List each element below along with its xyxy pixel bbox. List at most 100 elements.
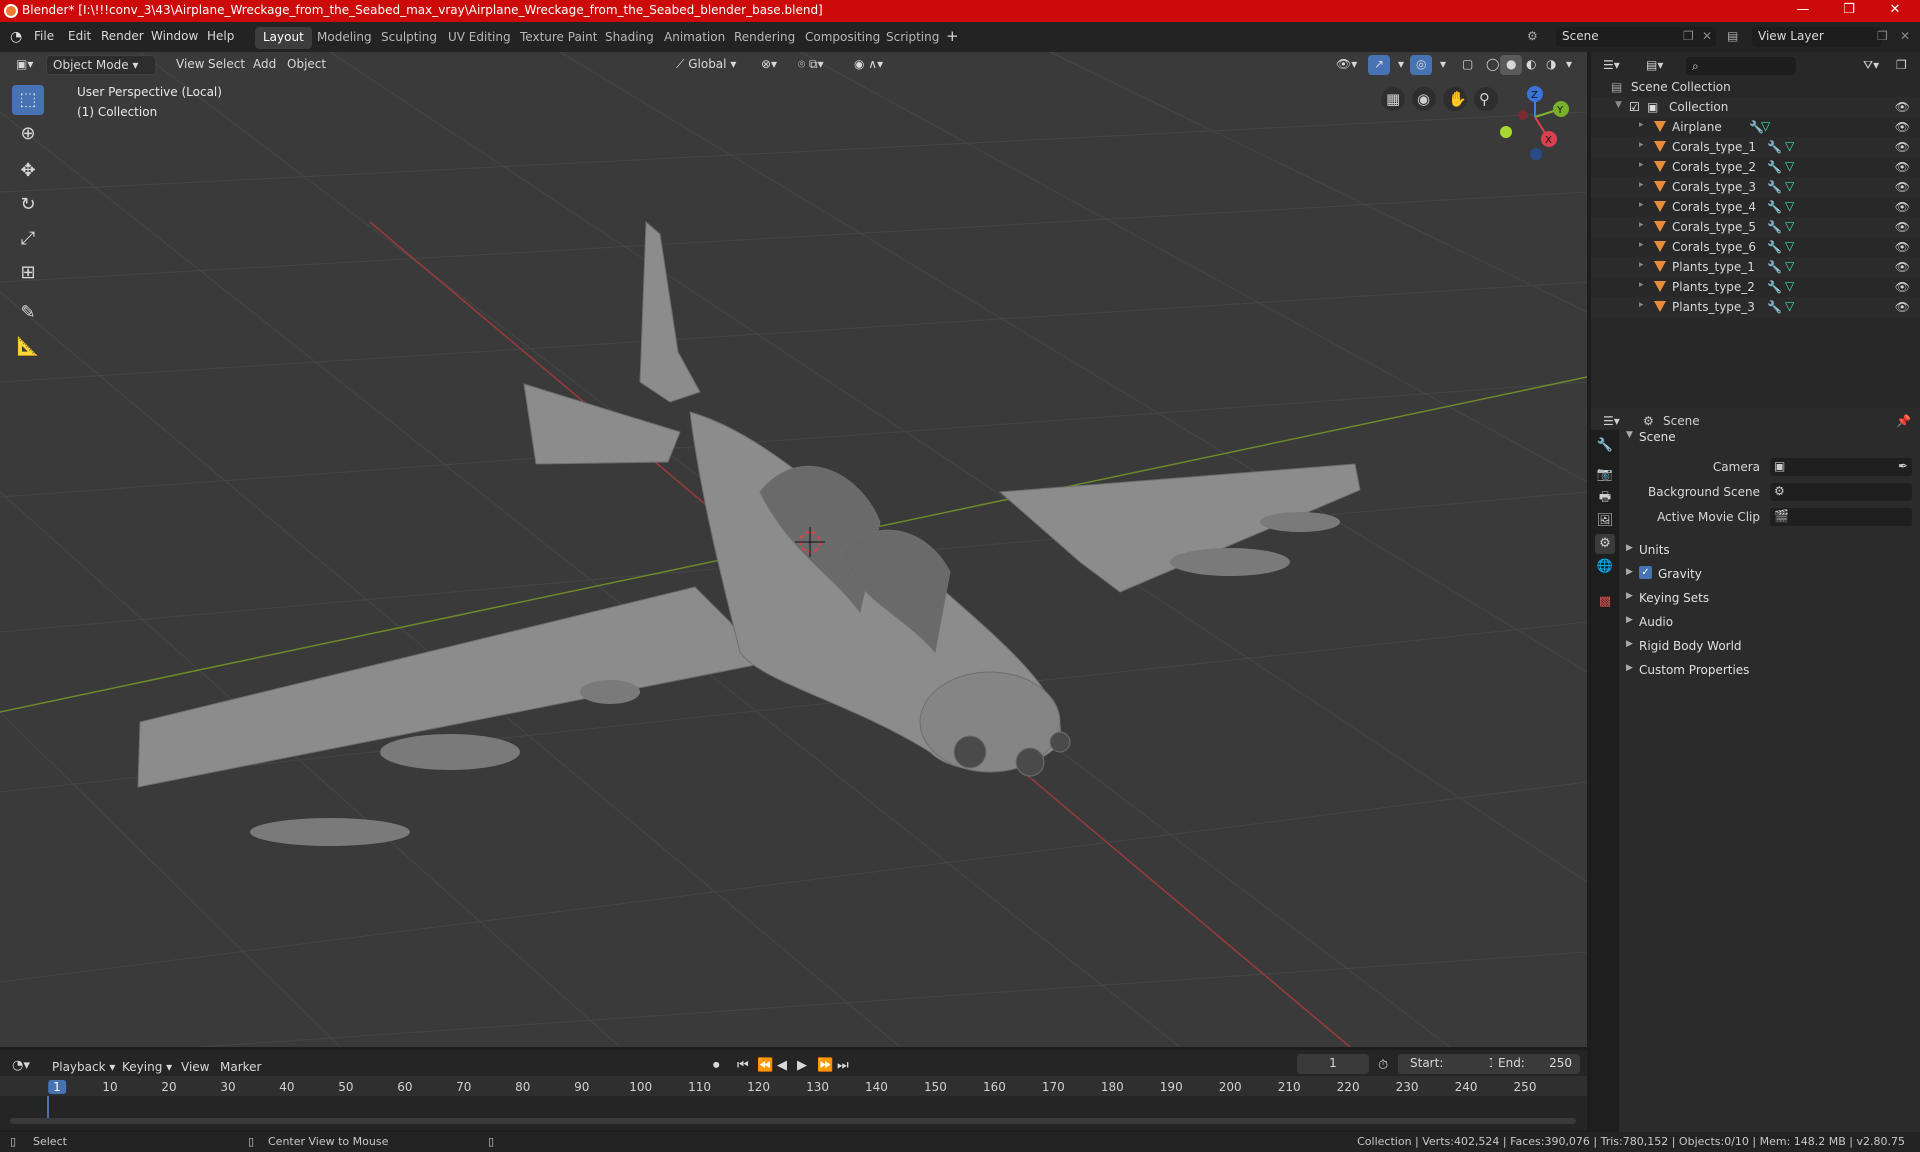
tab-modeling[interactable]: Modeling xyxy=(309,27,380,49)
modifier-wrench-icon[interactable]: 🔧 xyxy=(1767,280,1782,294)
render-tab-icon[interactable]: 📷 xyxy=(1595,465,1615,485)
outliner-row-object[interactable]: ▸ Corals_type_2 🔧 ▽ 👁 xyxy=(1591,157,1920,177)
add-menu[interactable]: Add xyxy=(247,55,282,75)
timeline-view-menu[interactable]: View xyxy=(181,1060,209,1074)
world-tab-icon[interactable]: 🌐 xyxy=(1595,557,1615,577)
exclude-checkbox[interactable]: ☑ xyxy=(1629,100,1640,114)
eye-icon[interactable]: 👁 xyxy=(1895,180,1910,194)
copy-scene-icon[interactable]: ❐ xyxy=(1683,29,1694,43)
pivot-icon[interactable]: ⊗▾ xyxy=(755,55,783,75)
mesh-data-icon[interactable]: ▽ xyxy=(1785,199,1794,213)
filter-icon[interactable]: ⛛▾ xyxy=(1863,58,1879,73)
timer-icon[interactable]: ⏱ xyxy=(1378,1058,1388,1073)
blender-menu-icon[interactable]: ◔ xyxy=(10,29,22,45)
tab-compositing[interactable]: Compositing xyxy=(797,27,888,49)
modifier-wrench-icon[interactable]: 🔧 xyxy=(1767,300,1782,314)
3d-viewport[interactable]: Z Y X ▦ ◉ ✋ ⚲ ⬚ ⊕ ✥ ↻ ⤢ ⊞ ✎ 📐 User Persp… xyxy=(0,52,1587,1047)
eye-icon[interactable]: 👁 xyxy=(1895,160,1910,174)
end-frame-field[interactable]: End: 250 xyxy=(1492,1054,1580,1074)
orientation-selector[interactable]: ⟋ Global ▾ xyxy=(670,55,742,75)
properties-editor-icon[interactable]: ☰▾ xyxy=(1603,414,1620,428)
mesh-data-icon[interactable]: ▽ xyxy=(1785,159,1794,173)
background-scene-field[interactable]: ⚙ xyxy=(1770,483,1912,501)
gizmo-dropdown-icon[interactable]: ▾ xyxy=(1392,55,1410,75)
expand-icon[interactable]: ▸ xyxy=(1639,280,1644,290)
current-frame-field[interactable]: 1 xyxy=(1297,1054,1369,1074)
next-keyframe-button[interactable]: ⏩ xyxy=(817,1058,833,1073)
tool-tab-icon[interactable]: 🔧 xyxy=(1595,436,1615,456)
new-collection-icon[interactable]: ❐ xyxy=(1896,58,1907,72)
expand-icon[interactable]: ▸ xyxy=(1639,160,1644,170)
close-button[interactable]: ✕ xyxy=(1872,0,1918,22)
modifier-wrench-icon[interactable]: 🔧 xyxy=(1767,140,1782,154)
scale-tool[interactable]: ⤢ xyxy=(12,224,44,254)
expand-icon[interactable]: ▸ xyxy=(1639,140,1644,150)
view-nav-buttons[interactable]: ▦ ◉ ✋ ⚲ xyxy=(1381,87,1498,111)
panel-audio[interactable]: ▶ Audio xyxy=(1622,612,1918,634)
airplane-model[interactable] xyxy=(137,220,1361,788)
texture-tab-icon[interactable]: ▩ xyxy=(1595,592,1615,612)
add-workspace-icon[interactable]: + xyxy=(946,27,959,45)
panel-units[interactable]: ▶ Units xyxy=(1622,540,1918,562)
eye-icon[interactable]: 👁 xyxy=(1895,220,1910,234)
play-reverse-button[interactable]: ◀ xyxy=(777,1058,787,1073)
eye-icon[interactable]: 👁 xyxy=(1895,140,1910,154)
output-tab-icon[interactable]: 🖶 xyxy=(1595,488,1615,508)
scene-panel-header[interactable]: ▼ Scene xyxy=(1622,427,1918,449)
outliner-editor-icon[interactable]: ☰▾ xyxy=(1603,58,1620,72)
outliner-row-object[interactable]: ▸ Plants_type_2 🔧 ▽ 👁 xyxy=(1591,277,1920,297)
overlay-toggle-icon[interactable]: ◎ xyxy=(1410,55,1433,75)
expand-icon[interactable]: ▸ xyxy=(1639,220,1644,230)
measure-tool[interactable]: 📐 xyxy=(12,332,44,362)
jump-end-button[interactable]: ⏭ xyxy=(837,1058,849,1073)
mesh-data-icon[interactable]: ▽ xyxy=(1785,179,1794,193)
tab-scripting[interactable]: Scripting xyxy=(878,27,947,49)
tab-shading[interactable]: Shading xyxy=(597,27,662,49)
tab-animation[interactable]: Animation xyxy=(656,27,733,49)
view-layer-selector[interactable]: View Layer xyxy=(1752,27,1882,47)
mesh-data-icon[interactable]: ▽ xyxy=(1785,299,1794,313)
expand-icon[interactable]: ▸ xyxy=(1639,300,1644,310)
camera-field[interactable]: ▣ ✒ xyxy=(1770,458,1912,476)
annotate-tool[interactable]: ✎ xyxy=(12,298,44,328)
gizmo-toggle-icon[interactable]: ↗ xyxy=(1368,55,1391,75)
tab-rendering[interactable]: Rendering xyxy=(726,27,803,49)
outliner-row-object[interactable]: ▸ Corals_type_5 🔧 ▽ 👁 xyxy=(1591,217,1920,237)
outliner-row-object[interactable]: ▸ Airplane 🔧 ▽ 👁 xyxy=(1591,117,1920,137)
display-mode-icon[interactable]: ▤▾ xyxy=(1646,58,1663,72)
select-menu[interactable]: Select xyxy=(202,55,251,75)
outliner-row-object[interactable]: ▸ Plants_type_3 🔧 ▽ 👁 xyxy=(1591,297,1920,317)
view-layer-tab-icon[interactable]: 🖼 xyxy=(1595,511,1615,531)
outliner-row-collection[interactable]: ▼ ☑ ▣ Collection 👁 xyxy=(1591,97,1920,117)
view-layer-icon[interactable]: ▤ xyxy=(1727,29,1738,43)
mesh-data-icon[interactable]: ▽ xyxy=(1785,139,1794,153)
delete-view-layer-icon[interactable]: ✕ xyxy=(1900,29,1910,43)
menu-render[interactable]: Render xyxy=(101,29,144,43)
movie-clip-field[interactable]: 🎬 xyxy=(1770,508,1912,526)
eye-icon[interactable]: 👁 xyxy=(1895,120,1910,134)
pin-icon[interactable]: 📌 xyxy=(1896,414,1911,428)
mesh-data-icon[interactable]: ▽ xyxy=(1785,279,1794,293)
prev-keyframe-button[interactable]: ⏪ xyxy=(757,1058,773,1073)
mesh-data-icon[interactable]: ▽ xyxy=(1761,119,1770,133)
rotate-tool[interactable]: ↻ xyxy=(12,190,44,220)
collapse-icon[interactable]: ▼ xyxy=(1615,100,1622,110)
modifier-wrench-icon[interactable]: 🔧 xyxy=(1767,180,1782,194)
panel-keying-sets[interactable]: ▶ Keying Sets xyxy=(1622,588,1918,610)
playhead[interactable] xyxy=(47,1096,49,1120)
eye-icon[interactable]: 👁 xyxy=(1895,280,1910,294)
play-button[interactable]: ▶ xyxy=(797,1058,807,1073)
outliner-search-input[interactable]: ⌕ xyxy=(1686,57,1796,75)
visibility-icon[interactable]: 👁▾ xyxy=(1330,55,1363,75)
gravity-checkbox[interactable]: ✓ xyxy=(1639,566,1652,579)
menu-help[interactable]: Help xyxy=(207,29,234,43)
outliner-row-object[interactable]: ▸ Corals_type_6 🔧 ▽ 👁 xyxy=(1591,237,1920,257)
outliner-row-object[interactable]: ▸ Plants_type_1 🔧 ▽ 👁 xyxy=(1591,257,1920,277)
outliner-row-object[interactable]: ▸ Corals_type_3 🔧 ▽ 👁 xyxy=(1591,177,1920,197)
maximize-button[interactable]: ❐ xyxy=(1826,0,1872,22)
minimize-button[interactable]: — xyxy=(1780,0,1826,22)
modifier-wrench-icon[interactable]: 🔧 xyxy=(1767,220,1782,234)
outliner-row-scene-collection[interactable]: ▤ Scene Collection xyxy=(1591,77,1920,97)
object-menu[interactable]: Object xyxy=(281,55,332,75)
shading-dropdown-icon[interactable]: ▾ xyxy=(1560,55,1578,75)
